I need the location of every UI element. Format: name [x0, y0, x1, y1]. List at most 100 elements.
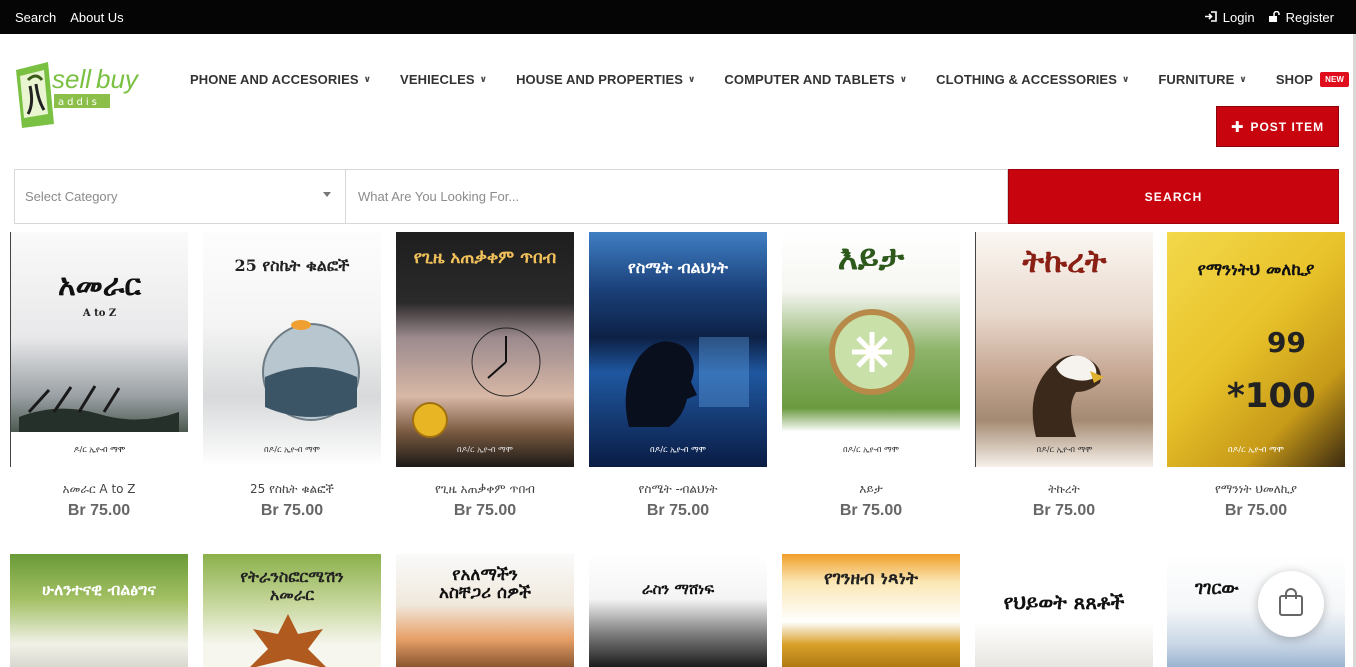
book-cover: ራስን ማሸነፍ: [589, 554, 767, 667]
book-cover: 25 የስኬት ቁልፎች በዶ/ር ኢዮብ ማሞ: [203, 232, 381, 467]
nav-label: PHONE AND ACCESORIES: [190, 72, 359, 87]
post-item-label: POST ITEM: [1250, 119, 1325, 134]
product-title: 25 የስኬት ቁልፎች: [249, 482, 335, 496]
plus-icon: ✚: [1230, 118, 1245, 136]
product-price: Br 75.00: [1032, 502, 1096, 519]
svg-text:99: 99: [1267, 326, 1306, 359]
cover-author: በዶ/ር ኢዮብ ማሞ: [649, 445, 706, 454]
book-cover: የህይወት ጸጸቶች: [975, 554, 1153, 667]
search-bar: Select Category SEARCH: [14, 169, 1339, 224]
site-logo[interactable]: sell buy addis: [14, 54, 156, 128]
magnifier-flower-illustration: [829, 309, 915, 395]
top-bar: Search About Us Login Register: [0, 0, 1356, 34]
product-card[interactable]: ሁለንተናዊ ብልፅግና: [10, 554, 188, 667]
svg-text:sell: sell: [52, 64, 92, 94]
product-title: እይታ: [859, 482, 883, 496]
product-card[interactable]: 25 የስኬት ቁልፎች በዶ/ር ኢዮብ ማሞ 25 የስኬት ቁልፎች Br…: [203, 232, 381, 520]
unlock-icon: [1268, 10, 1281, 25]
product-card[interactable]: ትኩረት በዶ/ር ኢዮብ ማሞ ትኩረት Br 75.00: [975, 232, 1153, 520]
cover-title: ራስን ማሸነፍ: [641, 580, 715, 598]
nav-label: SHOP: [1275, 72, 1314, 87]
nav-furniture[interactable]: FURNITURE ∨: [1158, 72, 1246, 87]
chevron-down-icon: ∨: [479, 74, 488, 84]
nav-phone-accessories[interactable]: PHONE AND ACCESORIES ∨: [190, 72, 371, 87]
nav-label: CLOTHING & ACCESSORIES: [936, 72, 1117, 87]
product-title: የጊዜ አጠቃቀም ጥበብ: [435, 482, 535, 496]
cover-author: በዶ/ር ኢዮብ ማሞ: [842, 445, 899, 454]
search-button[interactable]: SEARCH: [1008, 169, 1339, 224]
award-seal-icon: [412, 402, 448, 438]
search-input[interactable]: [346, 169, 1008, 224]
login-link[interactable]: Login: [1204, 10, 1255, 25]
register-link[interactable]: Register: [1268, 10, 1334, 25]
clock-illustration: [471, 327, 541, 397]
caret-down-icon: [323, 192, 331, 197]
new-badge: NEW: [1320, 72, 1350, 87]
cover-title: እይታ: [837, 238, 905, 278]
product-price: Br 75.00: [646, 502, 710, 519]
cover-author: በዶ/ር ኢዮብ ማሞ: [456, 445, 513, 454]
about-us-link[interactable]: About Us: [70, 10, 123, 25]
main-nav: PHONE AND ACCESORIES ∨ VEHIECLES ∨ HOUSE…: [190, 72, 1350, 87]
chevron-down-icon: ∨: [688, 74, 696, 84]
fishbowl-illustration: [262, 320, 360, 421]
login-icon: [1204, 10, 1218, 25]
book-cover: የማንነትህ መለኪያ 99 *100 በዶ/ር ኢዮብ ማሞ: [1167, 232, 1345, 467]
search-link[interactable]: Search: [15, 10, 56, 25]
nav-label: FURNITURE: [1158, 72, 1235, 87]
cover-subtitle: A to Z: [82, 308, 117, 319]
product-title: ትኩረት: [1048, 482, 1080, 496]
chevron-down-icon: ∨: [1121, 74, 1130, 84]
product-card[interactable]: እይታ በዶ/ር ኢዮብ ማሞ እይታ Br 75.00: [782, 232, 960, 520]
cover-title: 25 የስኬት ቁልፎች: [234, 256, 350, 275]
cover-title: የአለማችን አስቸጋሪ ሰዎች: [439, 565, 531, 603]
chevron-down-icon: ∨: [363, 74, 372, 84]
eagle-illustration: [1032, 355, 1104, 437]
book-cover: የስሜት ብልህነት በዶ/ር ኢዮብ ማሞ: [589, 232, 767, 467]
login-label: Login: [1222, 10, 1255, 25]
chevron-down-icon: ∨: [899, 74, 908, 84]
product-card[interactable]: የህይወት ጸጸቶች: [975, 554, 1153, 667]
product-title: የማንነት ህመለኪያ: [1214, 482, 1298, 496]
cover-title: የትራንስፎርሜሽን አመራር: [240, 567, 344, 604]
cart-button[interactable]: [1258, 571, 1324, 637]
cover-title: የህይወት ጸጸቶች: [1003, 590, 1125, 614]
book-cover: የጊዜ አጠቃቀም ጥበብ በዶ/ር ኢዮብ ማሞ: [396, 232, 574, 467]
nav-vehicles[interactable]: VEHIECLES ∨: [400, 72, 487, 87]
product-price: Br 75.00: [260, 502, 324, 519]
measuring-tape-illustration: 99 *100: [1227, 326, 1316, 416]
product-card[interactable]: የማንነትህ መለኪያ 99 *100 በዶ/ር ኢዮብ ማሞ የማንነት ህመለ…: [1167, 232, 1345, 520]
product-card[interactable]: የትራንስፎርሜሽን አመራር: [203, 554, 381, 667]
chevron-down-icon: ∨: [1239, 74, 1247, 84]
cover-title: አመራር: [58, 268, 141, 303]
product-title: የስሜት -ብልህነት: [638, 482, 718, 496]
cover-title: ሁለንተናዊ ብልፅግና: [42, 580, 156, 599]
product-card[interactable]: የጊዜ አጠቃቀም ጥበብ በዶ/ር ኢዮብ ማሞ የጊዜ አጠቃቀም ጥበብ …: [396, 232, 574, 520]
nav-label: HOUSE AND PROPERTIES: [516, 72, 683, 87]
book-cover: የገንዘብ ነጻነት: [782, 554, 960, 667]
cover-title: የማንነትህ መለኪያ: [1197, 260, 1315, 280]
product-card[interactable]: የአለማችን አስቸጋሪ ሰዎች: [396, 554, 574, 667]
book-cover: ሁለንተናዊ ብልፅግና: [10, 554, 188, 667]
product-card[interactable]: የስሜት ብልህነት በዶ/ር ኢዮብ ማሞ የስሜት -ብልህነት Br 75…: [589, 232, 767, 520]
cover-author: በዶ/ር ኢዮብ ማሞ: [1036, 445, 1093, 454]
svg-text:*100: *100: [1227, 376, 1316, 416]
nav-clothing-accessories[interactable]: CLOTHING & ACCESSORIES ∨: [936, 72, 1129, 87]
post-item-button[interactable]: ✚ POST ITEM: [1216, 106, 1339, 147]
nav-computer-tablets[interactable]: COMPUTER AND TABLETS ∨: [724, 72, 907, 87]
category-select-value: Select Category: [25, 189, 118, 204]
product-card[interactable]: ራስን ማሸነፍ: [589, 554, 767, 667]
book-cover: አመራር A to Z ዶ/ር ኢዮብ ማሞ: [10, 232, 188, 467]
product-card[interactable]: የገንዘብ ነጻነት: [782, 554, 960, 667]
cover-title: የጊዜ አጠቃቀም ጥበብ: [413, 248, 557, 268]
product-card[interactable]: አመራር A to Z ዶ/ር ኢዮብ ማሞ አመራር A to Z Br 75…: [10, 232, 188, 520]
category-select[interactable]: Select Category: [14, 169, 346, 224]
nav-house-properties[interactable]: HOUSE AND PROPERTIES ∨: [516, 72, 695, 87]
product-price: Br 75.00: [1224, 502, 1288, 519]
nav-shop[interactable]: SHOP NEW: [1275, 72, 1350, 87]
product-price: Br 75.00: [67, 502, 131, 519]
cover-author: ዶ/ር ኢዮብ ማሞ: [73, 445, 126, 454]
autumn-leaf-illustration: [250, 614, 326, 667]
product-title: አመራር A to Z: [62, 482, 136, 496]
book-cover: የአለማችን አስቸጋሪ ሰዎች: [396, 554, 574, 667]
